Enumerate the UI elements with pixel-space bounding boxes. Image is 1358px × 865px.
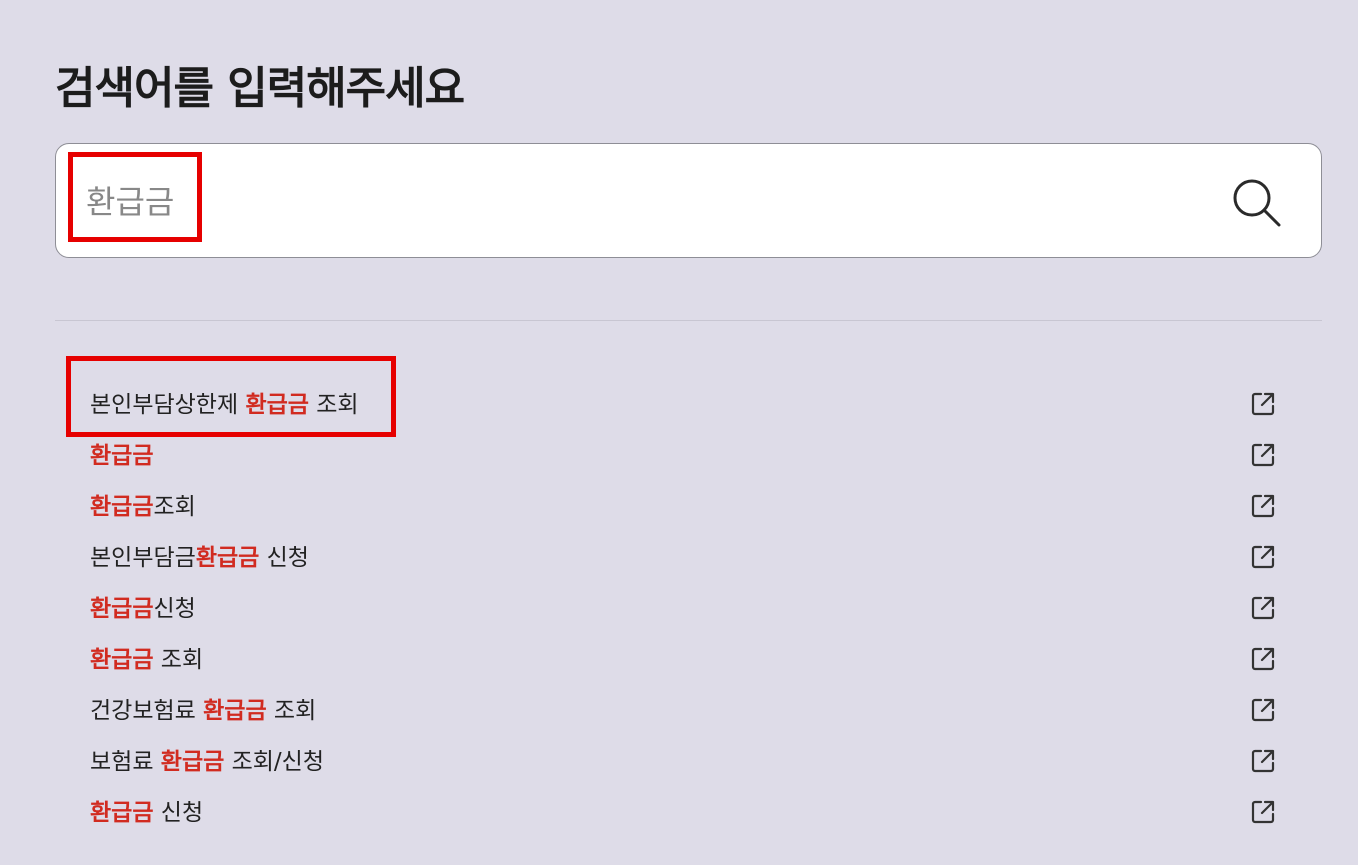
search-result-item[interactable]: 건강보험료 환급금 조회 — [0, 684, 1358, 735]
search-result-label: 본인부담금환급금 신청 — [90, 545, 309, 571]
external-link-icon[interactable] — [1250, 799, 1276, 825]
external-link-icon[interactable] — [1250, 646, 1276, 672]
result-keyword: 환급금 — [203, 698, 267, 724]
external-link-icon[interactable] — [1250, 748, 1276, 774]
external-link-icon[interactable] — [1250, 442, 1276, 468]
result-keyword: 환급금 — [90, 443, 154, 469]
search-result-label: 보험료 환급금 조회/신청 — [90, 749, 324, 775]
search-box[interactable] — [55, 143, 1322, 258]
search-result-item[interactable]: 보험료 환급금 조회/신청 — [0, 735, 1358, 786]
search-icon[interactable] — [1230, 176, 1284, 230]
external-link-icon[interactable] — [1250, 544, 1276, 570]
search-result-item[interactable]: 환급금조회 — [0, 480, 1358, 531]
external-link-icon[interactable] — [1250, 493, 1276, 519]
search-result-item[interactable]: 환급금 신청 — [0, 786, 1358, 837]
page-title: 검색어를 입력해주세요 — [55, 63, 465, 114]
search-result-label: 환급금 조회 — [90, 647, 204, 673]
search-result-item[interactable]: 본인부담금환급금 신청 — [0, 531, 1358, 582]
result-keyword: 환급금 — [90, 494, 154, 520]
result-keyword: 환급금 — [90, 647, 154, 673]
result-keyword: 환급금 — [90, 800, 154, 826]
search-input[interactable] — [86, 174, 1186, 230]
search-result-label: 환급금신청 — [90, 596, 196, 622]
search-result-label: 환급금 — [90, 441, 153, 471]
result-keyword: 환급금 — [245, 392, 309, 418]
search-result-label: 본인부담상한제 환급금 조회 — [90, 392, 359, 418]
search-result-label: 환급금 신청 — [90, 800, 204, 826]
search-result-label: 건강보험료 환급금 조회 — [90, 698, 317, 724]
search-result-item[interactable]: 환급금 — [0, 429, 1358, 480]
external-link-icon[interactable] — [1250, 595, 1276, 621]
search-result-item[interactable]: 환급금신청 — [0, 582, 1358, 633]
result-keyword: 환급금 — [90, 596, 154, 622]
result-keyword: 환급금 — [195, 545, 260, 571]
search-result-item[interactable]: 환급금 조회 — [0, 633, 1358, 684]
divider — [55, 320, 1322, 321]
search-results-list: 본인부담상한제 환급금 조회 환급금 환급금조회 본인부담금환급금 신청 환급금… — [0, 378, 1358, 837]
result-keyword: 환급금 — [160, 749, 225, 775]
external-link-icon[interactable] — [1250, 391, 1276, 417]
search-result-label: 환급금조회 — [90, 494, 196, 520]
search-result-item[interactable]: 본인부담상한제 환급금 조회 — [0, 378, 1358, 429]
external-link-icon[interactable] — [1250, 697, 1276, 723]
